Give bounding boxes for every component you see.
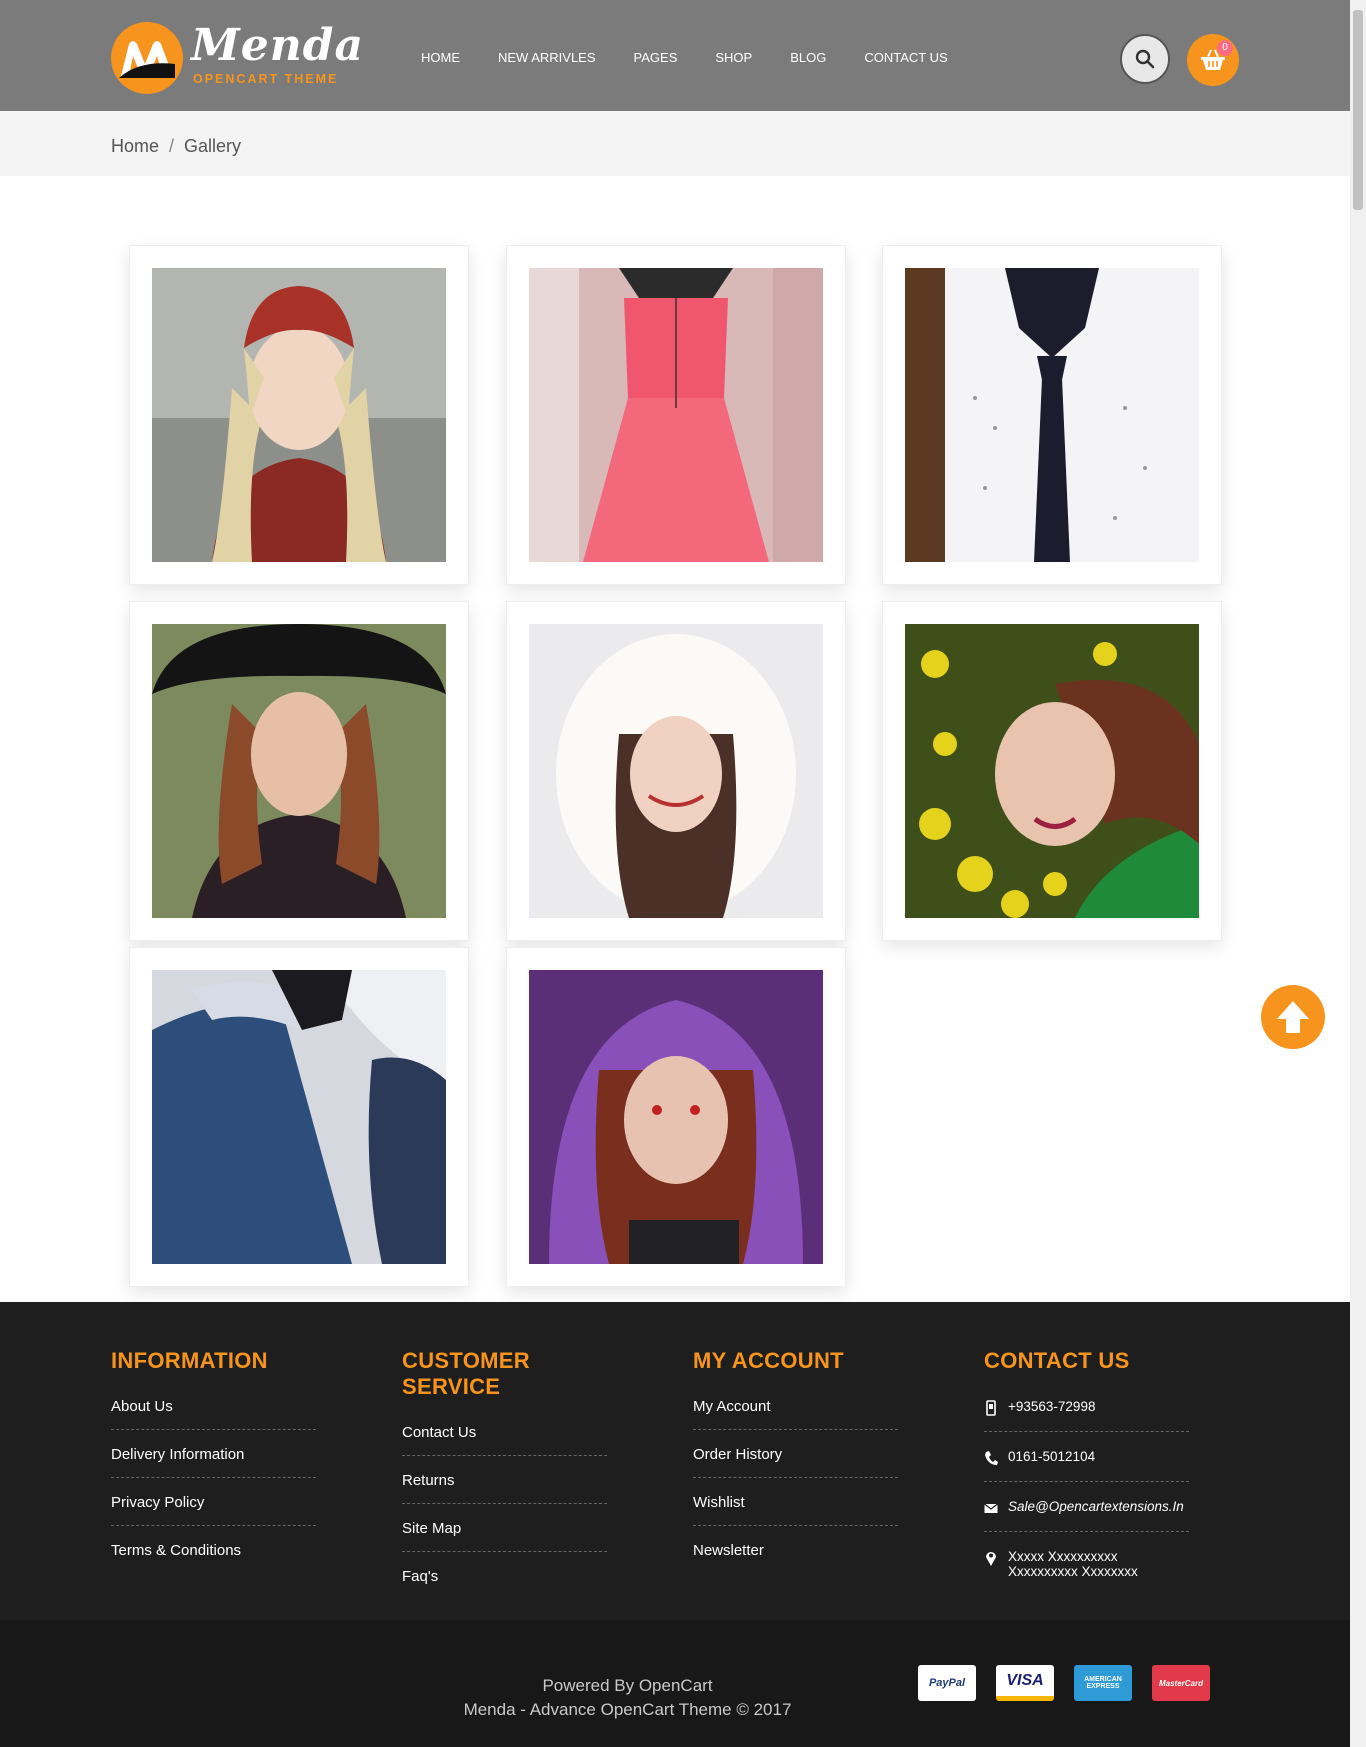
payment-methods: PayPal VISA AMERICAN EXPRESS MasterCard (918, 1665, 1210, 1701)
footer-link-returns[interactable]: Returns (402, 1466, 607, 1504)
contact-address-text: Xxxxx Xxxxxxxxxx Xxxxxxxxxx Xxxxxxxx (1008, 1549, 1138, 1579)
contact-mobile: +93563-72998 (984, 1392, 1189, 1432)
nav-new-arrivals[interactable]: NEW ARRIVLES (498, 50, 596, 65)
brand-logo[interactable]: Menda OPENCART THEME (111, 20, 363, 94)
logo-mark-icon (111, 22, 183, 94)
search-button[interactable] (1120, 34, 1170, 84)
footer-link-delivery-information[interactable]: Delivery Information (111, 1440, 316, 1478)
page-scrollbar[interactable] (1350, 0, 1366, 1747)
contact-address-line-1: Xxxxx Xxxxxxxxxx (1008, 1549, 1118, 1564)
breadcrumb: Home / Gallery (111, 136, 241, 157)
footer-customer-service: CUSTOMER SERVICE Contact Us Returns Site… (402, 1348, 607, 1609)
footer-heading: INFORMATION (111, 1348, 268, 1373)
footer-link-order-history[interactable]: Order History (693, 1440, 898, 1478)
phone-icon (985, 1451, 998, 1465)
footer-heading: CONTACT US (984, 1348, 1130, 1373)
gallery-photo-shirt-and-tie (905, 268, 1199, 562)
footer-heading: MY ACCOUNT (693, 1348, 844, 1373)
footer-information: INFORMATION About Us Delivery Informatio… (111, 1348, 316, 1583)
nav-home[interactable]: HOME (421, 50, 460, 65)
site-footer: INFORMATION About Us Delivery Informatio… (0, 1302, 1350, 1620)
nav-shop[interactable]: SHOP (715, 50, 752, 65)
envelope-icon (984, 1503, 998, 1513)
footer-my-account: MY ACCOUNT My Account Order History Wish… (693, 1348, 898, 1583)
gallery-item[interactable] (129, 601, 469, 941)
copyright-text: Menda - Advance OpenCart Theme © 2017 (463, 1700, 792, 1719)
footer-contact: CONTACT US +93563-72998 0161-5012104 Sal… (984, 1348, 1189, 1604)
footer-link-terms-conditions[interactable]: Terms & Conditions (111, 1536, 316, 1573)
footer-link-faqs[interactable]: Faq's (402, 1562, 607, 1599)
contact-mobile-text: +93563-72998 (1008, 1399, 1096, 1414)
main-nav: HOME NEW ARRIVLES PAGES SHOP BLOG CONTAC… (421, 50, 986, 65)
search-icon (1135, 49, 1155, 69)
contact-email-text[interactable]: Sale@Opencartextensions.In (1008, 1499, 1184, 1514)
footer-link-newsletter[interactable]: Newsletter (693, 1536, 898, 1573)
gallery-item[interactable] (129, 245, 469, 585)
breadcrumb-home[interactable]: Home (111, 136, 159, 157)
cart-button[interactable]: 0 (1187, 34, 1239, 86)
breadcrumb-current: Gallery (184, 136, 242, 156)
brand-name: Menda (191, 20, 364, 71)
cart-count-badge: 0 (1217, 40, 1233, 56)
map-pin-icon (986, 1552, 996, 1566)
gallery-photo-woman-purple-hood (529, 970, 823, 1264)
contact-phone-text: 0161-5012104 (1008, 1449, 1096, 1464)
american-express-icon: AMERICAN EXPRESS (1074, 1665, 1132, 1701)
gallery-item[interactable] (506, 245, 846, 585)
nav-blog[interactable]: BLOG (790, 50, 826, 65)
footer-link-wishlist[interactable]: Wishlist (693, 1488, 898, 1526)
contact-phone: 0161-5012104 (984, 1442, 1189, 1482)
brand-tagline: OPENCART THEME (193, 72, 339, 86)
scroll-to-top-button[interactable] (1261, 985, 1325, 1049)
scrollbar-thumb[interactable] (1353, 10, 1363, 210)
gallery-item[interactable] (506, 947, 846, 1287)
gallery-photo-blue-suit (152, 970, 446, 1264)
contact-address-line-2: Xxxxxxxxxx Xxxxxxxx (1008, 1564, 1138, 1579)
gallery-item[interactable] (882, 601, 1222, 941)
gallery-item[interactable] (506, 601, 846, 941)
mobile-phone-icon (986, 1400, 996, 1416)
footer-link-my-account[interactable]: My Account (693, 1392, 898, 1430)
breadcrumb-separator: / (169, 136, 175, 156)
breadcrumb-bar: Home / Gallery (0, 111, 1350, 176)
mastercard-icon: MasterCard (1152, 1665, 1210, 1701)
gallery-item[interactable] (882, 245, 1222, 585)
gallery-photo-woman-yellow-flowers (905, 624, 1199, 918)
footer-link-contact-us[interactable]: Contact Us (402, 1418, 607, 1456)
gallery-photo-girl-red-hat (152, 268, 446, 562)
nav-pages[interactable]: PAGES (634, 50, 678, 65)
gallery-photo-woman-white-fur-hood (529, 624, 823, 918)
gallery-photo-pink-dress (529, 268, 823, 562)
contact-email: Sale@Opencartextensions.In (984, 1492, 1189, 1532)
footer-link-site-map[interactable]: Site Map (402, 1514, 607, 1552)
footer-bottom-bar: Powered By OpenCart Menda - Advance Open… (0, 1620, 1350, 1747)
gallery-item[interactable] (129, 947, 469, 1287)
arrow-up-icon (1277, 1001, 1309, 1033)
nav-contact-us[interactable]: CONTACT US (864, 50, 947, 65)
footer-link-privacy-policy[interactable]: Privacy Policy (111, 1488, 316, 1526)
footer-heading: CUSTOMER SERVICE (402, 1348, 530, 1399)
visa-icon: VISA (996, 1665, 1054, 1701)
gallery-photo-woman-black-hat (152, 624, 446, 918)
footer-link-about-us[interactable]: About Us (111, 1392, 316, 1430)
site-header: Menda OPENCART THEME HOME NEW ARRIVLES P… (0, 0, 1350, 111)
paypal-icon: PayPal (918, 1665, 976, 1701)
contact-address: Xxxxx Xxxxxxxxxx Xxxxxxxxxx Xxxxxxxx (984, 1542, 1189, 1594)
